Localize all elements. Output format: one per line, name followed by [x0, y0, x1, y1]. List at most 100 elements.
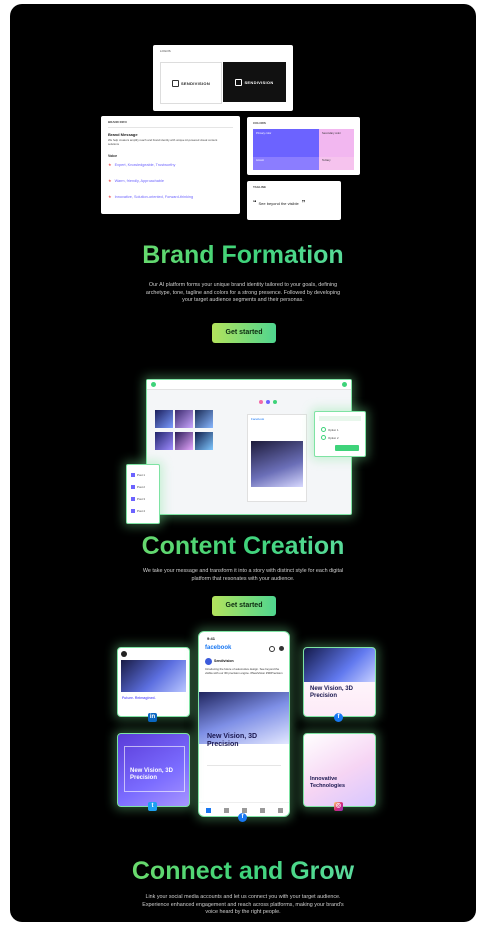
- menu-icon[interactable]: [277, 807, 283, 813]
- post-title: New Vision, 3D Precision: [130, 768, 173, 781]
- star-icon: ★: [108, 162, 112, 167]
- brand-formation-title: Brand Formation: [10, 241, 476, 270]
- list-thumb-icon: [131, 509, 135, 513]
- option-radio-2[interactable]: Option 2: [321, 435, 339, 440]
- logo-mark-icon: [171, 79, 179, 87]
- content-get-started-button[interactable]: Get started: [212, 596, 276, 616]
- logo-mark-icon: [235, 78, 243, 86]
- tagline-text: See beyond the visible: [258, 201, 299, 206]
- post-title: Innovative Technologies: [310, 776, 346, 789]
- voice-item-1: ★ Expert, Knowledgeable, Trustworthy: [108, 162, 176, 167]
- post-caption-text: Introducing the future of automotive des…: [205, 667, 283, 675]
- voice-title: Voice: [108, 154, 118, 158]
- post-author-avatar: [205, 658, 212, 665]
- quote-open-icon: “: [253, 200, 257, 207]
- color-swatch-primary: Primary color: [253, 129, 319, 157]
- preview-image: [251, 441, 303, 487]
- star-icon: ★: [108, 194, 112, 199]
- phone-time: 9:41: [207, 636, 216, 641]
- post-title: New Vision, 3D Precision: [310, 686, 353, 699]
- marketplace-icon[interactable]: [241, 807, 247, 813]
- editor-topbar: [147, 380, 351, 390]
- logo-light: SENDIVISION: [160, 62, 222, 104]
- color-swatch-accent: Accent: [253, 157, 319, 170]
- thumb-image[interactable]: [175, 410, 193, 428]
- page-frame: LOGOS SENDIVISION SENDIVISION BRAND INFO…: [10, 4, 476, 922]
- instagram-icon[interactable]: ◎: [334, 802, 343, 811]
- quote-close-icon: ”: [301, 200, 306, 207]
- post-card-bottom-right[interactable]: Innovative Technologies: [303, 733, 376, 807]
- brand-info-card: BRAND INFO Brand Message We help creator…: [101, 116, 240, 214]
- list-card: Post 1 Post 2 Post 3 Post 4: [126, 464, 160, 524]
- message-text: We help creators amplify reach and brand…: [108, 138, 218, 146]
- list-thumb-icon: [131, 473, 135, 477]
- thumb-image[interactable]: [195, 410, 213, 428]
- option-radio-1[interactable]: Option 1: [321, 427, 339, 432]
- brand-formation-description: Our AI platform forms your unique brand …: [145, 282, 341, 303]
- colors-card: COLORS Primary color Secondary color Acc…: [247, 117, 360, 175]
- color-dot-icon[interactable]: [273, 400, 277, 404]
- tagline-row: “ See beyond the visible ”: [253, 200, 305, 207]
- options-card: Option 1 Option 2: [314, 411, 366, 457]
- list-item[interactable]: Post 1: [131, 473, 145, 477]
- tagline-label: TAGLINE: [253, 185, 266, 189]
- content-creation-description: We take your message and transform it in…: [142, 568, 344, 582]
- thumb-image[interactable]: [195, 432, 213, 450]
- image-grid: [155, 410, 215, 452]
- post-image: [121, 660, 186, 692]
- editor-tab[interactable]: Facebook: [251, 417, 264, 421]
- app-logo-icon: [151, 382, 156, 387]
- user-avatar[interactable]: [342, 382, 347, 387]
- post-card-bottom-left[interactable]: New Vision, 3D Precision: [117, 733, 190, 807]
- brand-get-started-button[interactable]: Get started: [212, 323, 276, 343]
- linkedin-icon[interactable]: in: [148, 713, 157, 722]
- list-item[interactable]: Post 2: [131, 485, 145, 489]
- color-swatch-tertiary: Tertiary: [319, 157, 354, 170]
- color-swatch-secondary: Secondary color: [319, 129, 354, 157]
- options-apply-button[interactable]: [335, 445, 359, 451]
- post-card-top-left[interactable]: Future. Reimagined.: [117, 647, 190, 717]
- tagline-card: TAGLINE “ See beyond the visible ”: [247, 181, 341, 220]
- toolbar-icons: [259, 400, 277, 404]
- phone-reactions: [207, 765, 281, 766]
- phone-app-name: facebook: [205, 645, 232, 651]
- messenger-icon[interactable]: [279, 646, 284, 651]
- radio-icon: [321, 427, 326, 432]
- color-dot-icon[interactable]: [266, 400, 270, 404]
- color-dot-icon[interactable]: [259, 400, 263, 404]
- logo-text-light: SENDIVISION: [180, 80, 211, 86]
- post-author: Sendivision: [214, 659, 234, 663]
- star-icon: ★: [108, 178, 112, 183]
- list-thumb-icon: [131, 497, 135, 501]
- list-item[interactable]: Post 3: [131, 497, 145, 501]
- facebook-icon[interactable]: f: [334, 713, 343, 722]
- phone-post-title: New Vision, 3D Precision: [207, 733, 258, 748]
- logo-text-dark: SENDIVISION: [244, 79, 274, 85]
- connect-grow-description: Link your social media accounts and let …: [142, 894, 344, 915]
- brand-info-divider: [108, 127, 233, 128]
- home-icon[interactable]: [205, 807, 211, 813]
- facebook-icon[interactable]: f: [238, 813, 247, 822]
- voice-item-2: ★ Warm, friendly, Approachable: [108, 178, 164, 183]
- phone-mockup: 9:41 facebook Sendivision Introducing th…: [198, 631, 290, 817]
- search-icon[interactable]: [269, 646, 275, 652]
- connect-grow-title: Connect and Grow: [10, 857, 476, 886]
- thumb-image[interactable]: [155, 410, 173, 428]
- content-creation-title: Content Creation: [10, 532, 476, 561]
- post-avatar: [121, 651, 127, 657]
- thumb-image[interactable]: [175, 432, 193, 450]
- thumb-image[interactable]: [155, 432, 173, 450]
- brand-info-title: BRAND INFO: [108, 120, 127, 124]
- options-header: [319, 416, 361, 421]
- logo-dark: SENDIVISION: [223, 62, 286, 102]
- logos-card: LOGOS SENDIVISION SENDIVISION: [153, 45, 293, 111]
- colors-label: COLORS: [253, 121, 266, 125]
- groups-icon[interactable]: [259, 807, 265, 813]
- voice-item-3: ★ Innovative, Solution-oriented, Forward…: [108, 194, 194, 199]
- post-preview: Facebook: [247, 414, 307, 502]
- list-item[interactable]: Post 4: [131, 509, 145, 513]
- video-icon[interactable]: [223, 807, 229, 813]
- twitter-icon[interactable]: t: [148, 802, 157, 811]
- post-card-top-right[interactable]: New Vision, 3D Precision: [303, 647, 376, 717]
- list-thumb-icon: [131, 485, 135, 489]
